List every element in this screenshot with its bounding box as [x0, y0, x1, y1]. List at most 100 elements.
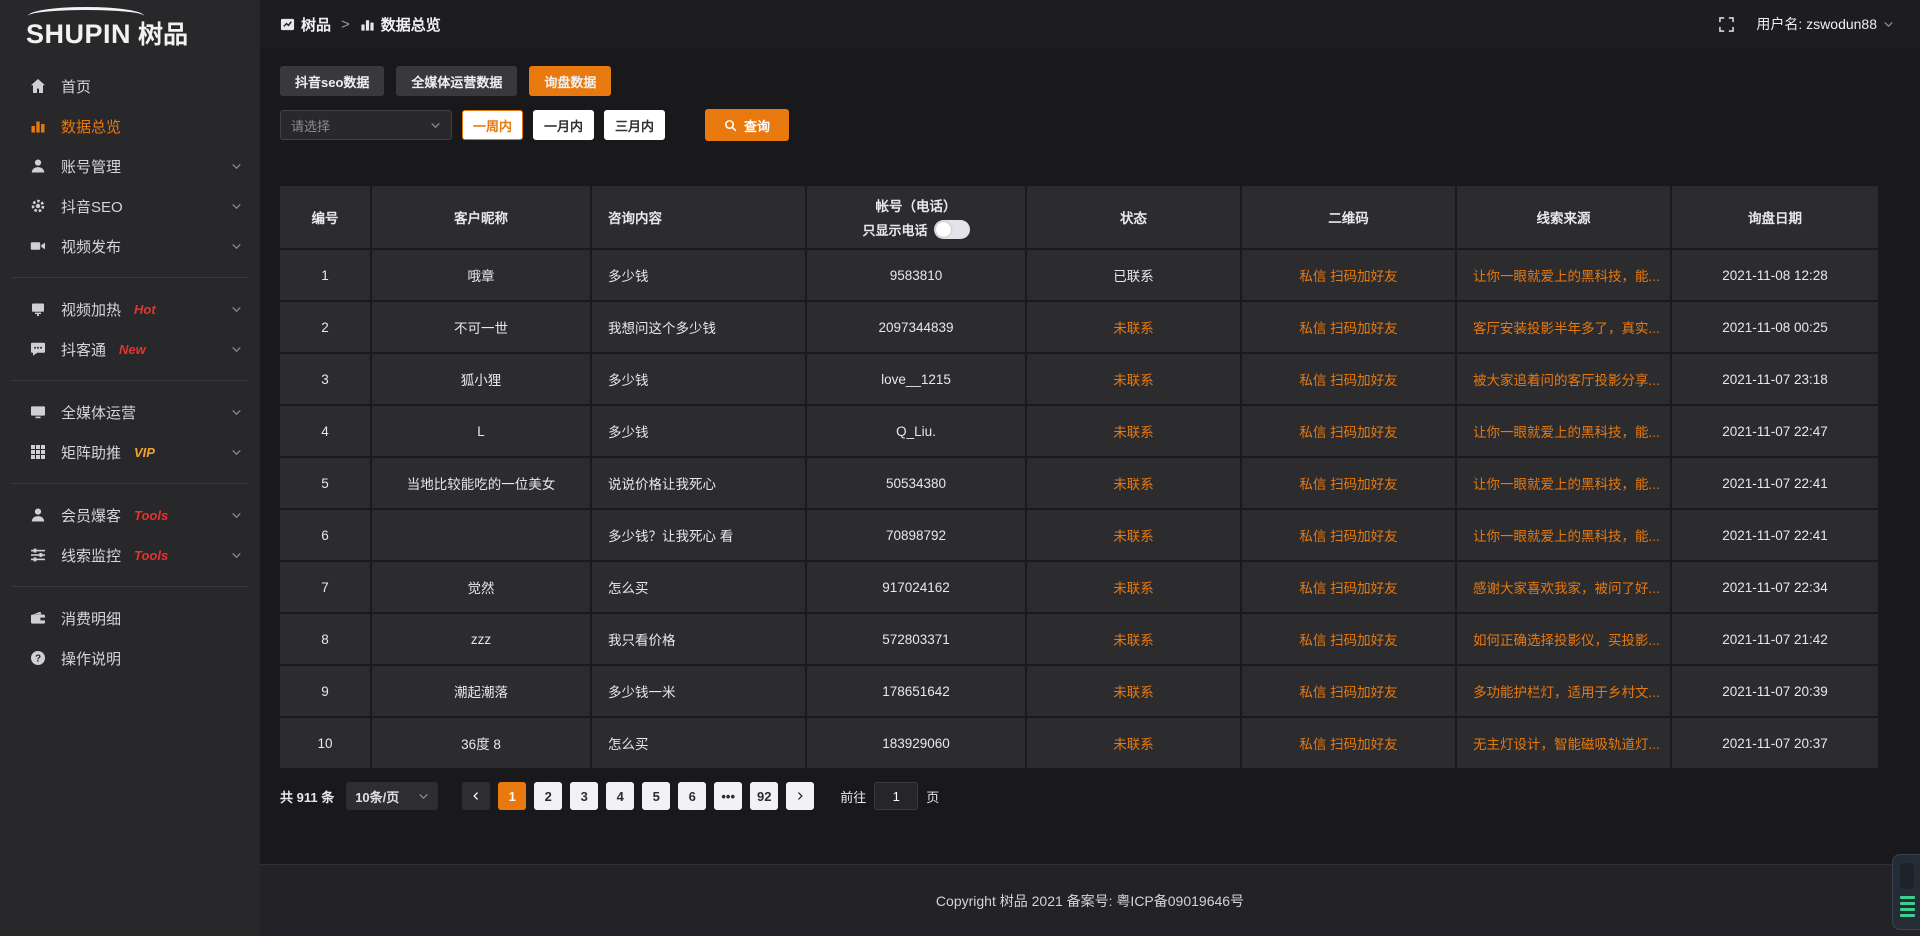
qrcode-link[interactable]: 私信 扫码加好友	[1299, 421, 1397, 441]
app-logo[interactable]: SHUPIN 树品	[0, 0, 260, 56]
breadcrumb: 树品 > 数据总览	[280, 14, 441, 35]
floating-widget[interactable]	[1892, 854, 1920, 930]
widget-slot	[1900, 863, 1914, 889]
source-link[interactable]: 客厅安装投影半年多了，真实...	[1473, 317, 1660, 337]
page-button-last[interactable]: 92	[750, 782, 778, 810]
header-nickname: 客户昵称	[370, 186, 590, 248]
qrcode-link[interactable]: 私信 扫码加好友	[1299, 733, 1397, 753]
source-link[interactable]: 让你一眼就爱上的黑科技，能...	[1473, 421, 1660, 441]
phone-only-label: 只显示电话	[862, 220, 927, 239]
goto-page-input[interactable]	[874, 782, 918, 810]
qrcode-link[interactable]: 私信 扫码加好友	[1299, 681, 1397, 701]
sidebar-item-douyin-seo[interactable]: 抖音SEO	[0, 186, 260, 226]
cell-content: 多少钱？让我死心 看	[590, 510, 805, 560]
source-link[interactable]: 无主灯设计，智能磁吸轨道灯...	[1473, 733, 1660, 753]
sidebar-item-instructions[interactable]: 操作说明	[0, 638, 260, 678]
source-link[interactable]: 被大家追着问的客厅投影分享...	[1473, 369, 1660, 389]
breadcrumb-separator: >	[341, 16, 350, 33]
qrcode-link[interactable]: 私信 扫码加好友	[1299, 369, 1397, 389]
sidebar-item-home[interactable]: 首页	[0, 66, 260, 106]
sidebar-item-douketong[interactable]: 抖客通 New	[0, 329, 260, 369]
range-month-button[interactable]: 一月内	[533, 110, 594, 140]
chevron-down-icon	[231, 241, 242, 252]
sidebar-item-consumption-details[interactable]: 消费明细	[0, 598, 260, 638]
chevron-down-icon	[1883, 19, 1894, 30]
cell-content: 怎么买	[590, 718, 805, 768]
page-button-3[interactable]: 3	[570, 782, 598, 810]
phone-only-toggle[interactable]	[934, 220, 970, 239]
monitor-icon	[30, 404, 46, 420]
copyright-text: Copyright 树品 2021 备案号: 粤ICP备09019646号	[936, 891, 1244, 911]
logo-text-cn: 树品	[138, 15, 188, 51]
source-link[interactable]: 让你一眼就爱上的黑科技，能...	[1473, 473, 1660, 493]
qrcode-link[interactable]: 私信 扫码加好友	[1299, 629, 1397, 649]
tab-douyin-seo-data[interactable]: 抖音seo数据	[280, 66, 384, 96]
page-size-select[interactable]: 10条/页	[346, 782, 438, 810]
sidebar-item-account-management[interactable]: 账号管理	[0, 146, 260, 186]
sidebar-item-video-publish[interactable]: 视频发布	[0, 226, 260, 266]
tab-omnimedia-data[interactable]: 全媒体运营数据	[396, 66, 517, 96]
cell-content: 我只看价格	[590, 614, 805, 664]
qrcode-link[interactable]: 私信 扫码加好友	[1299, 577, 1397, 597]
range-week-button[interactable]: 一周内	[462, 110, 523, 140]
fullscreen-icon[interactable]	[1719, 17, 1734, 32]
source-link[interactable]: 多功能护栏灯，适用于乡村文...	[1473, 681, 1660, 701]
sidebar-divider	[12, 380, 248, 381]
source-link[interactable]: 感谢大家喜欢我家，被问了好...	[1473, 577, 1660, 597]
sidebar-item-matrix-boost[interactable]: 矩阵助推 VIP	[0, 432, 260, 472]
chevron-down-icon	[418, 791, 429, 802]
chevron-down-icon	[231, 201, 242, 212]
page-button-4[interactable]: 4	[606, 782, 634, 810]
sidebar-item-label: 消费明细	[61, 608, 121, 629]
sidebar-item-omnimedia[interactable]: 全媒体运营	[0, 392, 260, 432]
widget-bar	[1900, 914, 1915, 917]
vip-badge: VIP	[134, 445, 155, 460]
sliders-icon	[30, 547, 46, 563]
cell-source: 如何正确选择投影仪，买投影...	[1455, 614, 1670, 664]
source-link[interactable]: 让你一眼就爱上的黑科技，能...	[1473, 525, 1660, 545]
breadcrumb-root[interactable]: 树品	[301, 14, 331, 35]
cell-date: 2021-11-07 23:18	[1670, 354, 1878, 404]
tab-inquiry-data[interactable]: 询盘数据	[529, 66, 611, 96]
sidebar-item-data-overview[interactable]: 数据总览	[0, 106, 260, 146]
cell-qrcode: 私信 扫码加好友	[1240, 562, 1455, 612]
qrcode-link[interactable]: 私信 扫码加好友	[1299, 317, 1397, 337]
cell-source: 让你一眼就爱上的黑科技，能...	[1455, 406, 1670, 456]
breadcrumb-current: 数据总览	[381, 14, 441, 35]
home-icon	[30, 78, 46, 94]
page-button-5[interactable]: 5	[642, 782, 670, 810]
cell-id: 3	[280, 354, 370, 404]
status-badge: 未联系	[1025, 666, 1240, 716]
next-page-button[interactable]	[786, 782, 814, 810]
inquiry-table: 编号 客户昵称 咨询内容 帐号（电话） 只显示电话 状态 二维码 线索来源 询盘…	[280, 186, 1878, 770]
qrcode-link[interactable]: 私信 扫码加好友	[1299, 473, 1397, 493]
cell-content: 说说价格让我死心	[590, 458, 805, 508]
table-row: 3 狐小狸 多少钱 love__1215 未联系 私信 扫码加好友 被大家追着问…	[280, 354, 1878, 406]
status-badge: 未联系	[1025, 302, 1240, 352]
status-badge: 未联系	[1025, 718, 1240, 768]
sidebar-item-lead-monitor[interactable]: 线索监控 Tools	[0, 535, 260, 575]
sidebar-item-member-baoke[interactable]: 会员爆客 Tools	[0, 495, 260, 535]
bar-chart-icon	[30, 118, 46, 134]
prev-page-button[interactable]	[462, 782, 490, 810]
page-ellipsis[interactable]: •••	[714, 782, 742, 810]
status-badge: 未联系	[1025, 510, 1240, 560]
qrcode-link[interactable]: 私信 扫码加好友	[1299, 265, 1397, 285]
cell-id: 7	[280, 562, 370, 612]
page-button-1[interactable]: 1	[498, 782, 526, 810]
qrcode-link[interactable]: 私信 扫码加好友	[1299, 525, 1397, 545]
sidebar-item-video-heat[interactable]: 视频加热 Hot	[0, 289, 260, 329]
source-link[interactable]: 如何正确选择投影仪，买投影...	[1473, 629, 1660, 649]
account-select[interactable]: 请选择	[280, 110, 452, 140]
user-menu[interactable]: 用户名: zswodun88	[1756, 14, 1894, 34]
username-label: 用户名: zswodun88	[1756, 14, 1877, 34]
search-button[interactable]: 查询	[705, 109, 789, 141]
cell-nickname: 当地比较能吃的一位美女	[370, 458, 590, 508]
page-button-2[interactable]: 2	[534, 782, 562, 810]
page-button-6[interactable]: 6	[678, 782, 706, 810]
cell-account: 50534380	[805, 458, 1025, 508]
range-quarter-button[interactable]: 三月内	[604, 110, 665, 140]
source-link[interactable]: 让你一眼就爱上的黑科技，能...	[1473, 265, 1660, 285]
sidebar: SHUPIN 树品 首页 数据总览 账号管理 抖音SEO 视频发布	[0, 0, 260, 936]
cell-account: 2097344839	[805, 302, 1025, 352]
